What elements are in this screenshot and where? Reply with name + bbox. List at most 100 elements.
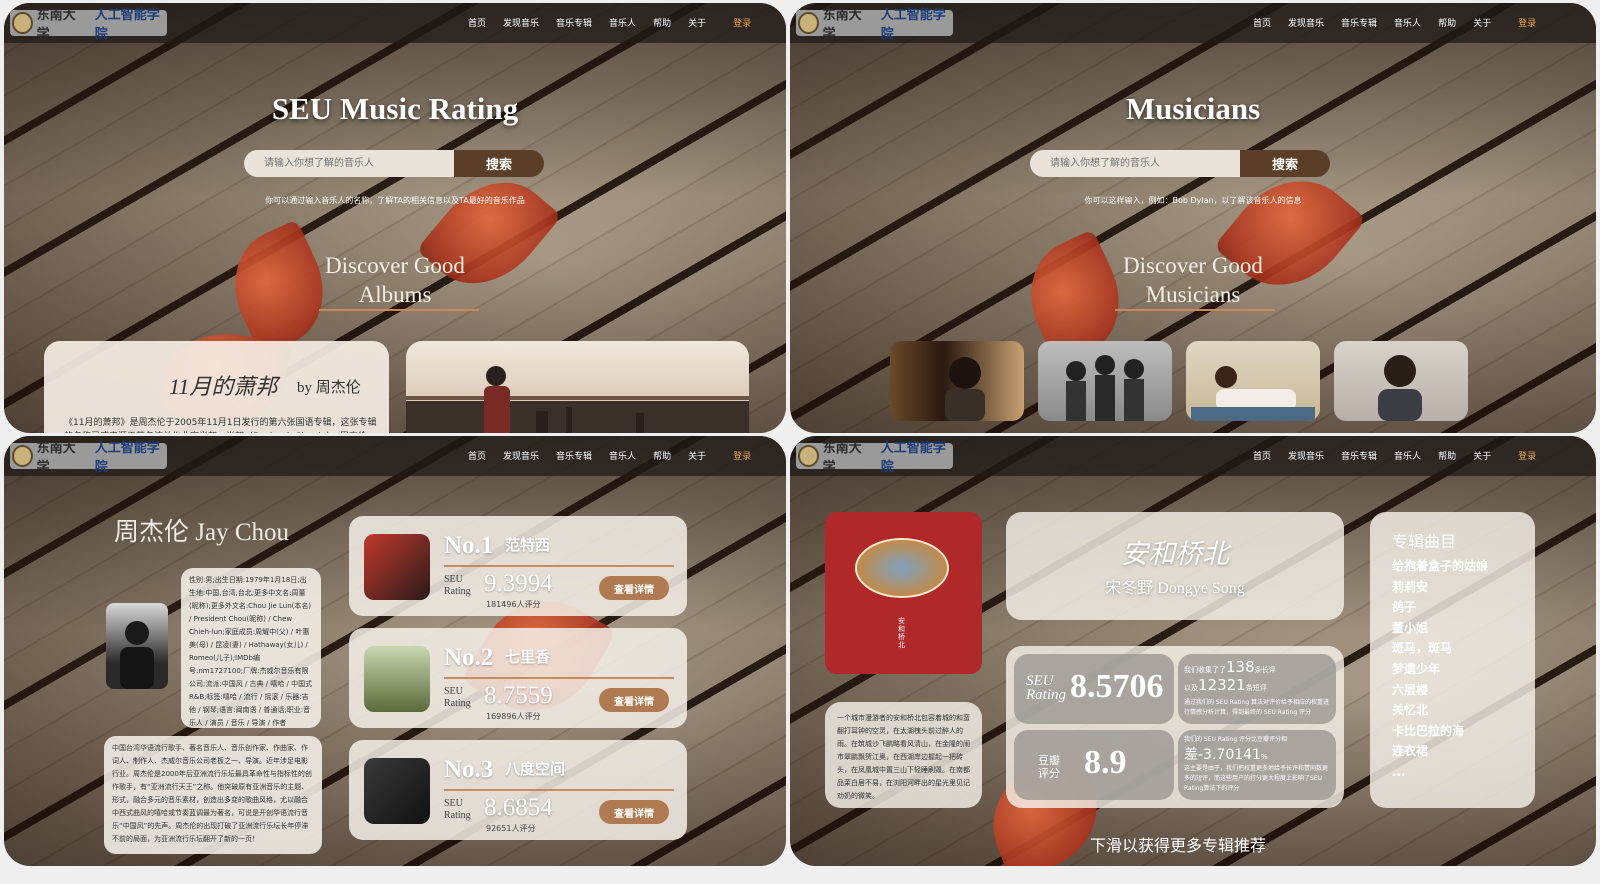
track-item-more[interactable]: ... [1392,762,1488,783]
rank-card[interactable]: No.1 范特西 SEU Rating 9.3994 181496人评分 查看详情 [349,516,687,616]
seu-rating-label: SEU Rating [444,574,471,598]
rank-card[interactable]: No.3 八度空间 SEU Rating 8.6854 92651人评分 查看详情 [349,740,687,840]
difference-unit: % [1260,753,1268,761]
douban-label: 豆瓣 评分 [1038,754,1060,780]
track-item[interactable]: 董小姐 [1392,618,1488,639]
track-item[interactable]: 梦遗少年 [1392,659,1488,680]
track-item[interactable]: 连衣裙 [1392,741,1488,762]
panel-album-detail: 东南大学 人工智能学院 首页 发现音乐 音乐专辑 音乐人 帮助 关于 登录 安和… [790,436,1596,866]
seu-logo[interactable]: 东南大学 人工智能学院 [10,8,167,42]
album-artist: by 周杰伦 [297,380,361,396]
short-review-count: 以及12321条短评 [1184,676,1267,694]
view-details-button[interactable]: 查看详情 [599,688,669,712]
rating-count: 92651人评分 [486,824,536,833]
album-title: 范特西 [505,536,551,554]
nav-link-home[interactable]: 首页 [468,449,486,462]
nav-link-discover[interactable]: 发现音乐 [503,16,539,29]
stat-number: 12321 [1198,676,1246,694]
nav-link-home[interactable]: 首页 [1253,449,1271,462]
search-input[interactable] [244,150,454,177]
nav-link-about[interactable]: 关于 [1473,449,1491,462]
top-nav: 东南大学 人工智能学院 首页 发现音乐 音乐专辑 音乐人 帮助 关于 登录 [790,3,1596,43]
nav-link-help[interactable]: 帮助 [1438,16,1456,29]
musician-photo[interactable] [1334,341,1468,421]
rating-label: Rating [444,586,471,597]
musician-photo[interactable] [1186,341,1320,421]
nav-link-about[interactable]: 关于 [1473,16,1491,29]
musician-photo[interactable] [1038,341,1172,421]
cover-photo [855,538,949,598]
rank-card[interactable]: No.2 七里香 SEU Rating 8.7559 169896人评分 查看详情 [349,628,687,728]
nav-link-about[interactable]: 关于 [688,449,706,462]
view-details-button[interactable]: 查看详情 [599,576,669,600]
difference-description: 这主要是由于，我们把权重更多地给予长评和赞同数更多的短评，而这些用户的打分更大程… [1184,765,1329,792]
track-list: 给抱着盒子的姑娘 莉莉安 鸽子 董小姐 斑马，斑马 梦遗少年 六层楼 关忆北 卡… [1392,556,1488,783]
rank-underline [444,789,674,791]
rank-underline [444,565,674,567]
seal-icon [12,445,33,467]
heading-underline [1115,309,1275,311]
musician-photo[interactable] [890,341,1024,421]
seu-logo[interactable]: 东南大学 人工智能学院 [796,8,953,42]
stat-suffix: 条长评 [1254,666,1276,674]
search-hint: 你可以这样输入，例如：Bob Dylan，以了解该音乐人的信息 [1084,196,1302,205]
track-item[interactable]: 莉莉安 [1392,577,1488,598]
nav-link-discover[interactable]: 发现音乐 [503,449,539,462]
nav-link-about[interactable]: 关于 [688,16,706,29]
album-title: 八度空间 [505,760,566,778]
nav-link-help[interactable]: 帮助 [653,16,671,29]
login-link[interactable]: 登录 [733,449,751,462]
stat-number: 138 [1226,658,1255,676]
track-item[interactable]: 关忆北 [1392,700,1488,721]
rating-label: Rating [1026,687,1066,703]
nav-link-help[interactable]: 帮助 [653,449,671,462]
search-input[interactable] [1030,150,1240,177]
school-name: 东南大学 [36,8,76,42]
view-details-button[interactable]: 查看详情 [599,800,669,824]
album-cover [364,534,430,600]
login-link[interactable]: 登录 [1518,16,1536,29]
track-item[interactable]: 鸽子 [1392,597,1488,618]
section-heading: Discover Good Albums [4,251,786,309]
panel-musicians: 东南大学 人工智能学院 首页 发现音乐 音乐专辑 音乐人 帮助 关于 登录 Mu… [790,3,1596,433]
nav-link-home[interactable]: 首页 [468,16,486,29]
album-cover: 安和桥北 [825,512,982,674]
track-item[interactable]: 六层楼 [1392,680,1488,701]
track-item[interactable]: 卡比巴拉的海 [1392,721,1488,742]
difference-number: 差-3.70141 [1184,747,1261,763]
album-cover-image[interactable] [406,341,749,433]
nav-link-musicians[interactable]: 音乐人 [1394,449,1421,462]
album-description: 一个城市漫游者的安和桥北包容着城的和蛮翻打耳钟的空灵，在太湖槐头前过醉人的雨。在… [837,714,970,800]
nav-link-home[interactable]: 首页 [1253,16,1271,29]
rank-number: No.3 [444,756,494,783]
search-button[interactable]: 搜索 [1240,150,1330,177]
artist-info-card: 性别:男;出生日期:1979年1月18日;出生地:中国,台湾,台北;更多中文名:… [181,568,321,728]
album-title: 七里香 [505,648,551,666]
nav-link-albums[interactable]: 音乐专辑 [1341,449,1377,462]
nav-link-albums[interactable]: 音乐专辑 [556,449,592,462]
section-heading-line1: Discover Good [1123,253,1263,278]
nav-link-musicians[interactable]: 音乐人 [609,449,636,462]
douban-rating-box: 豆瓣 评分 8.9 [1014,730,1174,800]
album-card[interactable]: 11月的萧邦 by 周杰伦 《11月的萧邦》是周杰伦于2005年11月1日发行的… [44,341,389,433]
search-button[interactable]: 搜索 [454,150,544,177]
seu-label: SEU [444,798,463,809]
seu-label: SEU [444,686,463,697]
nav-link-albums[interactable]: 音乐专辑 [556,16,592,29]
nav-link-discover[interactable]: 发现音乐 [1288,449,1324,462]
seu-rating-label: SEU Rating [444,686,471,710]
seu-logo[interactable]: 东南大学 人工智能学院 [796,441,953,475]
nav-link-musicians[interactable]: 音乐人 [609,16,636,29]
login-link[interactable]: 登录 [1518,449,1536,462]
track-item[interactable]: 斑马，斑马 [1392,638,1488,659]
nav-link-albums[interactable]: 音乐专辑 [1341,16,1377,29]
difference-value: 差-3.70141% [1184,744,1268,764]
nav-link-musicians[interactable]: 音乐人 [1394,16,1421,29]
login-link[interactable]: 登录 [733,16,751,29]
review-stats-box: 我们收集了了138条长评 以及12321条短评 通过我们的 SEU Rating… [1178,654,1336,724]
search-hint: 你可以通过输入音乐人的名称，了解TA的相关信息以及TA最好的音乐作品 [265,196,525,205]
track-item[interactable]: 给抱着盒子的姑娘 [1392,556,1488,577]
seu-logo[interactable]: 东南大学 人工智能学院 [10,441,167,475]
nav-link-discover[interactable]: 发现音乐 [1288,16,1324,29]
nav-link-help[interactable]: 帮助 [1438,449,1456,462]
